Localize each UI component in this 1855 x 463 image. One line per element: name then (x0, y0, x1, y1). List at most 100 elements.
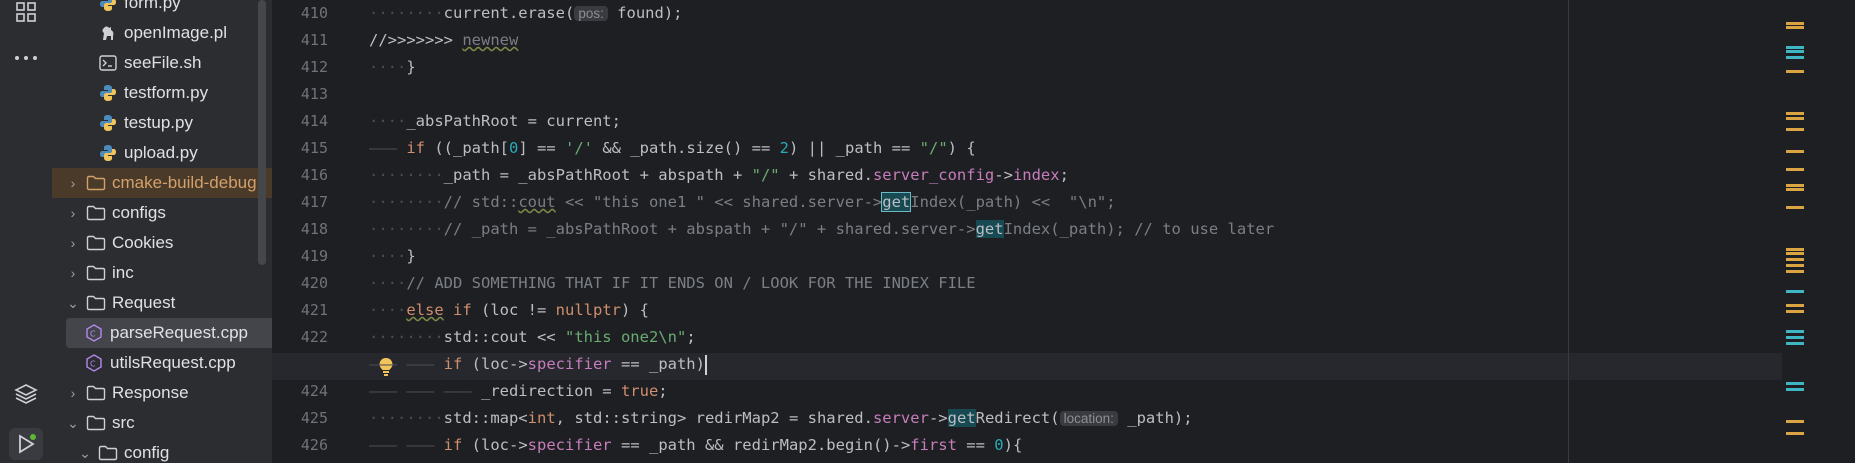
stripe-marker[interactable] (1786, 26, 1804, 29)
code-token: index (1012, 166, 1060, 184)
more-icon[interactable] (12, 44, 40, 72)
tree-file[interactable]: form.py (52, 0, 272, 18)
code-token: get (881, 192, 912, 212)
code-line[interactable]: ——— ——— if (loc->specifier == _path && r… (369, 432, 1022, 459)
stripe-marker[interactable] (1786, 310, 1804, 313)
stripe-marker[interactable] (1786, 188, 1804, 191)
tree-folder[interactable]: ⌄ Request (52, 288, 272, 318)
stripe-marker[interactable] (1786, 382, 1804, 385)
stripe-marker[interactable] (1786, 46, 1804, 49)
chevron-down-icon[interactable]: ⌄ (66, 415, 80, 432)
code-content[interactable]: ········current.erase(pos: found);//>>>>… (369, 0, 1769, 463)
tree-scrollbar[interactable] (258, 0, 266, 265)
stripe-marker[interactable] (1786, 336, 1804, 339)
chevron-right-icon[interactable]: › (66, 175, 80, 191)
code-line[interactable]: ········current.erase(pos: found); (369, 0, 683, 27)
stripe-marker[interactable] (1786, 70, 1804, 73)
structure-icon[interactable] (12, 0, 40, 26)
code-token: Redirect( (975, 409, 1060, 427)
python-file-icon (98, 84, 118, 102)
chevron-right-icon[interactable]: › (66, 265, 80, 281)
code-token: _redirection = (480, 382, 621, 400)
code-token: if (443, 436, 463, 454)
whitespace-guide: ——— (369, 139, 407, 157)
chevron-right-icon[interactable]: › (66, 235, 80, 251)
tree-file[interactable]: testform.py (52, 78, 272, 108)
tree-file[interactable]: CparseRequest.cpp (66, 318, 272, 348)
line-number: 412 (300, 58, 328, 76)
code-token: '/' (565, 139, 594, 157)
tree-file[interactable]: seeFile.sh (52, 48, 272, 78)
stripe-marker[interactable] (1786, 330, 1804, 333)
stripe-marker[interactable] (1786, 22, 1804, 25)
stripe-marker[interactable] (1786, 264, 1804, 267)
stripe-marker[interactable] (1786, 420, 1804, 423)
tree-folder[interactable]: › Cookies (52, 228, 272, 258)
line-number: 421 (300, 301, 328, 319)
stripe-marker[interactable] (1786, 252, 1804, 255)
code-token: (loc-> (462, 436, 528, 454)
stripe-marker[interactable] (1786, 117, 1804, 120)
code-line[interactable]: ——— ——— if (loc->specifier == _path) (369, 351, 707, 378)
layers-icon[interactable] (12, 380, 40, 408)
tree-folder[interactable]: › configs (52, 198, 272, 228)
code-line[interactable]: ········_path = _absPathRoot + abspath +… (369, 162, 1069, 189)
stripe-marker[interactable] (1786, 248, 1804, 251)
code-line[interactable]: ····} (369, 243, 416, 270)
stripe-marker[interactable] (1786, 56, 1804, 59)
code-line[interactable]: ········std::map<int, std::string> redir… (369, 405, 1193, 432)
code-line[interactable]: ——— ——— ——— _redirection = true; (369, 378, 668, 405)
stripe-marker[interactable] (1786, 50, 1804, 53)
code-token: (loc-> (462, 355, 528, 373)
code-line[interactable]: ····} (369, 54, 416, 81)
stripe-marker[interactable] (1786, 258, 1804, 261)
tree-folder[interactable]: › cmake-build-debug (52, 168, 272, 198)
tree-file[interactable]: CutilsRequest.cpp (52, 348, 272, 378)
tree-folder[interactable]: ⌄ config (52, 438, 272, 463)
chevron-down-icon[interactable]: ⌄ (78, 445, 92, 462)
stripe-marker[interactable] (1786, 304, 1804, 307)
code-line[interactable]: ········// std::cout << "this one1 " << … (369, 189, 1116, 216)
code-line[interactable]: ········// _path = _absPathRoot + abspat… (369, 216, 1274, 243)
code-token: nullptr (555, 301, 621, 319)
stripe-marker[interactable] (1786, 150, 1804, 153)
line-number: 414 (300, 112, 328, 130)
line-number: 418 (300, 220, 328, 238)
code-token: Index(_path); // to use later (1003, 220, 1275, 238)
tree-file[interactable]: upload.py (52, 138, 272, 168)
chevron-down-icon[interactable]: ⌄ (66, 295, 80, 312)
code-line[interactable]: ····// ADD SOMETHING THAT IF IT ENDS ON … (369, 270, 976, 297)
run-icon[interactable] (9, 428, 43, 460)
stripe-marker[interactable] (1786, 388, 1804, 391)
folder-icon (86, 234, 106, 252)
tree-folder[interactable]: › Response (52, 378, 272, 408)
stripe-marker[interactable] (1786, 432, 1804, 435)
tree-folder[interactable]: ⌄ src (52, 408, 272, 438)
stripe-marker[interactable] (1786, 168, 1804, 171)
code-token: && _path.size() == (593, 139, 780, 157)
code-token: } (406, 247, 416, 265)
code-token: _path); (1117, 409, 1193, 427)
whitespace-guide: ········ (369, 166, 444, 184)
code-line[interactable]: ····else if (loc != nullptr) { (369, 297, 649, 324)
stripe-marker[interactable] (1786, 290, 1804, 293)
stripe-marker[interactable] (1786, 112, 1804, 115)
chevron-right-icon[interactable]: › (66, 385, 80, 401)
code-token: true (620, 382, 659, 400)
tree-folder[interactable]: › inc (52, 258, 272, 288)
stripe-marker[interactable] (1786, 128, 1804, 131)
tree-file[interactable]: testup.py (52, 108, 272, 138)
stripe-marker[interactable] (1786, 342, 1804, 345)
stripe-marker[interactable] (1786, 270, 1804, 273)
tree-file[interactable]: openImage.pl (52, 18, 272, 48)
chevron-right-icon[interactable]: › (66, 205, 80, 221)
code-line[interactable]: ····_absPathRoot = current; (369, 108, 621, 135)
code-line[interactable]: ········std::cout << "this one2\n"; (369, 324, 696, 351)
code-token: // std:: (443, 193, 519, 211)
stripe-marker[interactable] (1786, 206, 1804, 209)
code-line[interactable]: ——— if ((_path[0] == '/' && _path.size()… (369, 135, 976, 162)
error-stripe[interactable] (1786, 0, 1806, 463)
stripe-marker[interactable] (1786, 184, 1804, 187)
code-token: ) { (947, 139, 976, 157)
code-line[interactable]: //>>>>>>> newnew (369, 27, 518, 54)
